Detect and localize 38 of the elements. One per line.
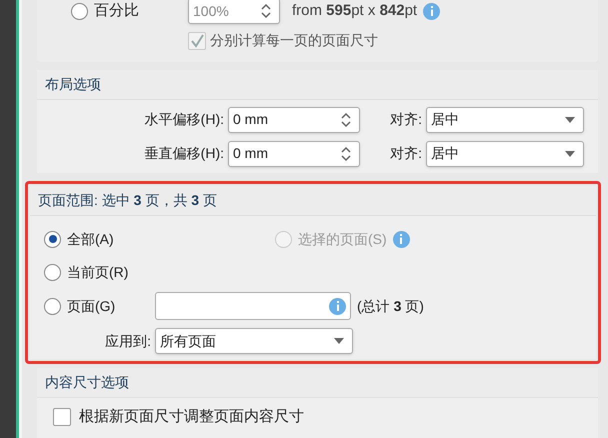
radio-label: 页面(G)	[67, 296, 116, 316]
spinner-arrows-icon[interactable]	[341, 146, 351, 162]
radio-button[interactable]	[44, 230, 61, 248]
radio-label: 全部(A)	[67, 230, 114, 249]
input-field[interactable]: 0 mm	[228, 106, 360, 132]
dropdown-caret-icon[interactable]	[565, 116, 575, 122]
size-text: from 595pt x 842pt	[292, 0, 418, 21]
section-title: 页面范围: 选中 3 页，共 3 页	[30, 186, 596, 216]
checkbox[interactable]	[53, 408, 71, 426]
info-icon[interactable]	[329, 298, 346, 314]
dropdown[interactable]: 所有页面	[155, 328, 353, 354]
radio-button[interactable]	[71, 2, 88, 20]
dropdown-caret-icon[interactable]	[334, 338, 344, 344]
field-label: 水平偏移(H):	[144, 110, 225, 129]
checkbox-label: 根据新页面尺寸调整页面内容尺寸	[79, 407, 304, 427]
checkbox-label: 分别计算每一页的页面尺寸	[210, 31, 378, 50]
radio-button[interactable]	[44, 264, 61, 280]
spinner-arrows-icon[interactable]	[341, 112, 351, 128]
spinner-arrows-icon[interactable]	[261, 3, 271, 19]
radio-button[interactable]	[44, 298, 61, 314]
dropdown[interactable]: 居中	[426, 140, 584, 166]
section-title: 布局选项	[37, 70, 598, 100]
info-icon[interactable]	[423, 2, 440, 20]
dropdown-caret-icon[interactable]	[565, 150, 575, 156]
input-field[interactable]	[155, 292, 351, 320]
radio-label: 百分比	[94, 0, 139, 21]
section-title: 内容尺寸选项	[37, 368, 598, 398]
input-field[interactable]: 0 mm	[228, 140, 360, 166]
field-label: 应用到:	[104, 332, 152, 350]
info-icon[interactable]	[392, 230, 410, 248]
radio-label: 选择的页面(S)	[298, 230, 387, 249]
radio-label: 当前页(R)	[67, 262, 128, 282]
dropdown[interactable]: 居中	[426, 106, 584, 132]
field-label: 对齐:	[389, 110, 423, 129]
field-label: 对齐:	[389, 144, 423, 163]
input-field[interactable]: 100%	[188, 0, 280, 24]
total-text: (总计 3 页)	[357, 296, 424, 316]
field-label: 垂直偏移(H):	[144, 144, 225, 163]
